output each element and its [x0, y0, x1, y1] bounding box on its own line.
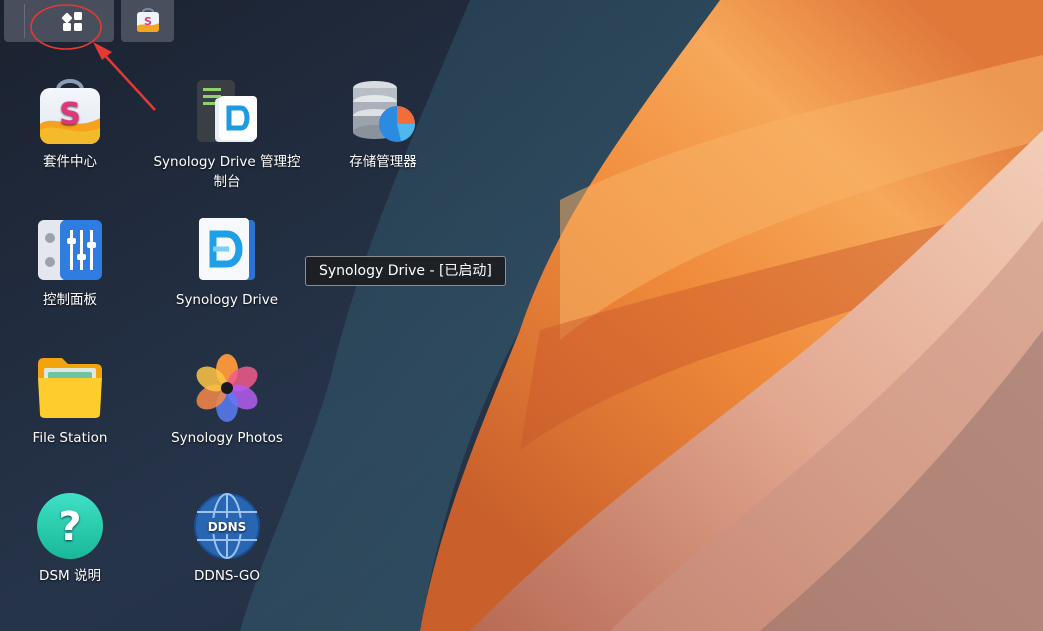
drive-admin-console-icon: [197, 80, 257, 142]
help-icon: ?: [37, 493, 103, 559]
package-center-icon: S: [137, 8, 159, 32]
desktop-icon-ddns-go[interactable]: DDNS DDNS-GO: [152, 492, 302, 586]
grid-icon: [61, 12, 82, 31]
taskbar: S: [0, 0, 200, 42]
desktop-icon-file-station[interactable]: File Station: [0, 354, 145, 448]
main-menu-button[interactable]: [4, 0, 114, 42]
ddns-globe-icon: DDNS: [194, 493, 260, 559]
taskbar-divider: [24, 4, 25, 38]
taskbar-package-center-button[interactable]: S: [121, 0, 174, 42]
desktop-icon-package-center[interactable]: S 套件中心: [0, 78, 145, 172]
desktop-icon-synology-photos[interactable]: Synology Photos: [152, 354, 302, 448]
storage-manager-icon: [353, 81, 415, 142]
photos-flower-icon: [196, 354, 258, 422]
desktop-icon-synology-drive[interactable]: Synology Drive: [152, 216, 302, 310]
desktop-icon-label: 套件中心: [43, 154, 97, 170]
desktop-icon-label: Synology Drive: [175, 292, 279, 308]
desktop-icon-dsm-help[interactable]: ? DSM 说明: [0, 492, 145, 586]
control-panel-icon: [38, 220, 102, 280]
desktop-icon-drive-admin-console[interactable]: Synology Drive 管理控制台: [152, 78, 302, 192]
tooltip: Synology Drive - [已启动]: [305, 256, 506, 286]
desktop-icon-label: Synology Photos: [171, 430, 283, 446]
desktop-icon-label: DSM 说明: [39, 568, 101, 584]
desktop-icon-label: 存储管理器: [349, 154, 417, 170]
desktop-icon-label: File Station: [32, 430, 108, 446]
folder-icon: [38, 358, 102, 418]
svg-text:S: S: [144, 15, 152, 28]
desktop-icon-control-panel[interactable]: 控制面板: [0, 216, 145, 310]
synology-drive-icon: [199, 218, 255, 280]
desktop-icon-label: Synology Drive 管理控制台: [153, 154, 301, 190]
svg-text:?: ?: [58, 504, 81, 550]
desktop-icon-label: DDNS-GO: [194, 568, 260, 584]
desktop-icon-label: 控制面板: [43, 292, 97, 308]
svg-text:S: S: [59, 97, 81, 132]
desktop-icon-storage-manager[interactable]: 存储管理器: [308, 78, 458, 172]
package-center-icon: S: [40, 79, 100, 144]
svg-text:DDNS: DDNS: [208, 520, 247, 534]
